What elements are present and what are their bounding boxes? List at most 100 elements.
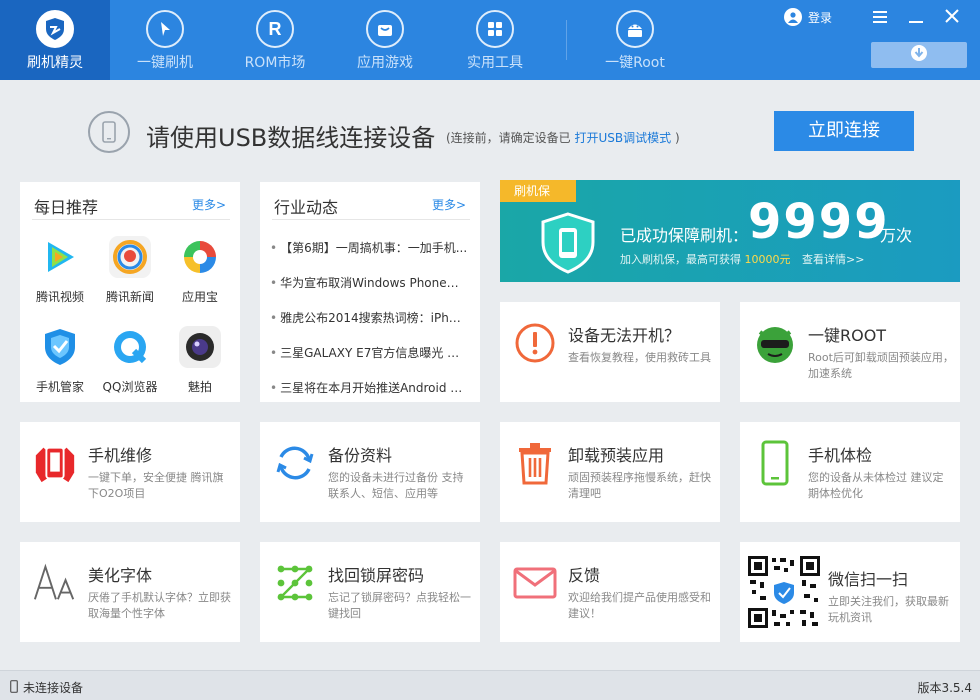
card-wechat-scan[interactable]: 微信扫一扫 立即关注我们，获取最新玩机资讯 (740, 542, 960, 642)
phone-manager-icon (39, 326, 81, 368)
hint-suffix: ) (674, 131, 680, 145)
app-tencent-news[interactable]: 腾讯新闻 (100, 236, 160, 305)
promo-sub-prefix: 加入刷机保，最高可获得 (620, 253, 741, 266)
app-label: 应用宝 (181, 290, 218, 304)
promo-subtext: 加入刷机保，最高可获得 10000元 查看详情>> (620, 251, 864, 267)
close-icon[interactable] (940, 6, 964, 30)
app-tencent-video[interactable]: 腾讯视频 (30, 236, 90, 305)
repair-icon (32, 440, 78, 486)
app-label: 腾讯新闻 (105, 290, 154, 304)
nav-item-tools[interactable]: 实用工具 (440, 0, 550, 80)
card-uninstall-preinstalled[interactable]: 卸载预装应用 顽固预装程序拖慢系统，赶快清理吧 (500, 422, 720, 522)
card-one-click-root[interactable]: 一键ROOT Root后可卸载顽固预装应用，加速系统 (740, 302, 960, 402)
promo-tag: 刷机保 (500, 180, 576, 202)
nav-label: 一键Root (605, 55, 665, 71)
news-item[interactable]: 雅虎公布2014搜索热词榜：iPhon... (270, 309, 468, 326)
sync-icon (272, 440, 318, 486)
card-recover-lock-password[interactable]: 找回锁屏密码 忘记了锁屏密码？点我轻松一键找回 (260, 542, 480, 642)
card-desc: Root后可卸载顽固预装应用，加速系统 (808, 351, 954, 380)
app-label: 腾讯视频 (35, 290, 84, 304)
grid-icon (476, 10, 514, 48)
qr-code-icon (746, 554, 822, 630)
app-store-icon (179, 236, 221, 278)
app-qq-browser[interactable]: QQ浏览器 (100, 326, 160, 395)
panel-title: 每日推荐 (34, 198, 99, 217)
menu-icon[interactable] (868, 6, 892, 30)
download-icon (910, 44, 928, 66)
card-title: 反馈 (568, 566, 601, 585)
promo-details-link[interactable]: 查看详情>> (802, 253, 864, 266)
panel-header: 每日推荐 更多> (32, 182, 230, 220)
login-label: 登录 (808, 10, 833, 25)
app-meipai[interactable]: 魅拍 (170, 326, 230, 395)
connection-status: 未连接设备 (10, 679, 83, 696)
card-feedback[interactable]: 反馈 欢迎给我们提产品使用感受和建议！ (500, 542, 720, 642)
app-phone-manager[interactable]: 手机管家 (30, 326, 90, 395)
nav-item-one-click-flash[interactable]: 一键刷机 (110, 0, 220, 80)
card-cannot-boot[interactable]: 设备无法开机？ 查看恢复教程，使用救砖工具 (500, 302, 720, 402)
download-button[interactable] (871, 42, 967, 68)
card-phone-repair[interactable]: 手机维修 一键下单，安全便捷 腾讯旗下O2O项目 (20, 422, 240, 522)
android-icon (616, 10, 654, 48)
card-title: 微信扫一扫 (828, 570, 909, 589)
hint-prefix: (连接前，请确定设备已 (446, 131, 571, 145)
promo-count: 9999 (748, 194, 890, 250)
phone-outline-icon (88, 111, 130, 153)
card-phone-checkup[interactable]: 手机体检 您的设备从未体检过 建议定期体检优化 (740, 422, 960, 522)
card-desc: 立即关注我们，获取最新玩机资讯 (828, 595, 949, 624)
minimize-icon[interactable] (904, 6, 928, 30)
more-link[interactable]: 更多> (192, 196, 226, 213)
card-desc: 您的设备未进行过备份 支持联系人、短信、应用等 (328, 471, 464, 500)
card-desc: 顽固预装程序拖慢系统，赶快清理吧 (568, 471, 711, 500)
nav-label: ROM市场 (244, 55, 306, 71)
promo-unit: 万次 (880, 226, 913, 245)
news-item[interactable]: 【第6期】一周搞机事：一加手机... (270, 239, 468, 256)
connect-title: 请使用USB数据线连接设备 (146, 124, 436, 152)
nav-item-rom-market[interactable]: R ROM市场 (220, 0, 330, 80)
login-button[interactable]: 登录 (784, 8, 832, 26)
trash-icon (512, 440, 558, 486)
card-title: 手机维修 (88, 446, 153, 465)
cursor-icon (146, 10, 184, 48)
nav-item-flash-elf[interactable]: 刷机精灵 (0, 0, 110, 80)
news-item[interactable]: 三星将在本月开始推送Android 5.... (270, 379, 468, 396)
news-item[interactable]: 三星GALAXY E7官方信息曝光 配5... (270, 344, 468, 361)
rom-r-icon: R (256, 10, 294, 48)
card-desc: 欢迎给我们提产品使用感受和建议！ (568, 591, 711, 620)
phone-shield-icon (540, 212, 596, 278)
phone-status-icon (10, 679, 18, 696)
card-desc: 查看恢复教程，使用救砖工具 (568, 351, 711, 364)
connection-status-text: 未连接设备 (23, 681, 84, 695)
card-title: 美化字体 (88, 566, 153, 585)
status-bar: 未连接设备 版本3.5.4 (0, 670, 980, 700)
news-item[interactable]: 华为宣布取消Windows Phone手... (270, 274, 468, 291)
panel-title: 行业动态 (274, 198, 339, 217)
card-desc: 厌倦了手机默认字体？立即获取海量个性字体 (88, 591, 231, 620)
more-link[interactable]: 更多> (432, 196, 466, 213)
promo-amount: 10000元 (744, 253, 791, 266)
app-app-store[interactable]: 应用宝 (170, 236, 230, 305)
font-icon (32, 560, 78, 606)
qq-browser-icon (109, 326, 151, 368)
nav-item-one-click-root[interactable]: 一键Root (580, 0, 690, 80)
card-backup[interactable]: 备份资料 您的设备未进行过备份 支持联系人、短信、应用等 (260, 422, 480, 522)
connect-now-button[interactable]: 立即连接 (774, 111, 914, 151)
card-desc: 您的设备从未体检过 建议定期体检优化 (808, 471, 944, 500)
nav-divider (566, 20, 567, 60)
nav-label: 刷机精灵 (27, 55, 83, 71)
shield-logo-icon (36, 10, 74, 48)
app-label: 魅拍 (187, 380, 212, 394)
daily-recommend-panel: 每日推荐 更多> 腾讯视频 腾讯新闻 应用宝 手机管家 QQ浏览器 魅拍 (20, 182, 240, 402)
app-label: 手机管家 (35, 380, 84, 394)
flash-insurance-banner[interactable]: 刷机保 已成功保障刷机： 9999 万次 加入刷机保，最高可获得 10000元 … (500, 180, 960, 282)
nav-label: 实用工具 (467, 55, 523, 71)
phone-check-icon (752, 440, 798, 486)
card-title: 一键ROOT (808, 326, 887, 345)
mail-icon (512, 560, 558, 606)
nav-item-apps-games[interactable]: 应用游戏 (330, 0, 440, 80)
connect-hint: (连接前，请确定设备已 打开USB调试模式 ) (446, 129, 680, 146)
usb-debug-link[interactable]: 打开USB调试模式 (575, 131, 672, 145)
card-beautify-font[interactable]: 美化字体 厌倦了手机默认字体？立即获取海量个性字体 (20, 542, 240, 642)
tencent-video-icon (39, 236, 81, 278)
pattern-lock-icon (272, 560, 318, 606)
